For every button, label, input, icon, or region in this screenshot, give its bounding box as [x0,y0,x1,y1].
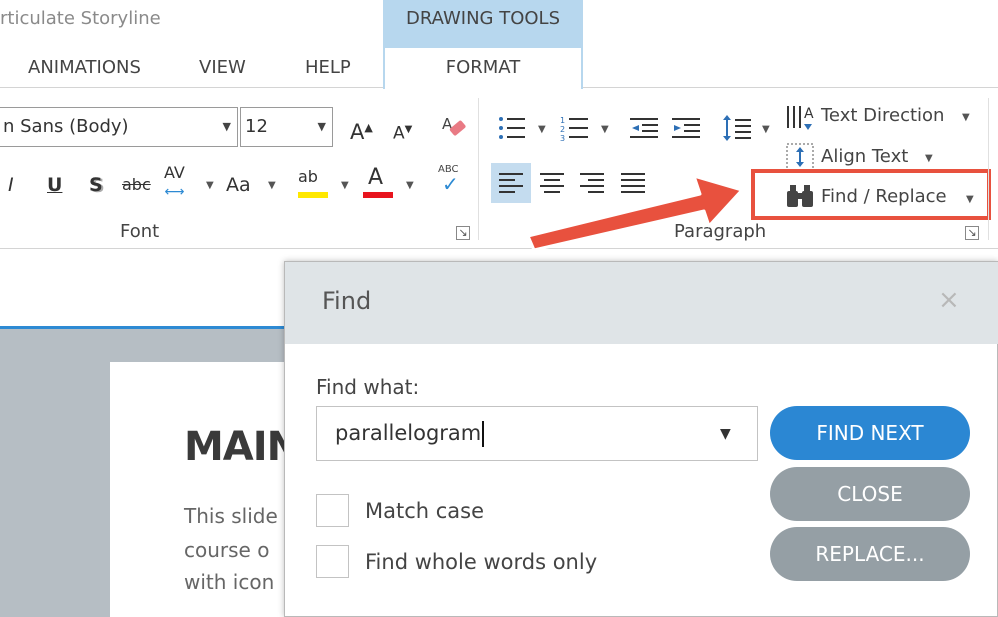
tab-animations[interactable]: ANIMATIONS [28,57,141,78]
eraser-icon: A [442,115,466,136]
find-what-value: parallelogram [335,421,482,445]
decrease-indent-icon [630,118,658,138]
close-icon[interactable]: × [938,285,960,315]
chevron-down-icon[interactable]: ▼ [962,112,970,123]
highlight-button[interactable]: ab [298,166,318,188]
annotation-arrow [526,174,744,250]
font-name-value: n Sans (Body) [3,116,129,137]
clear-format-button[interactable]: A [440,113,468,141]
replace-button[interactable]: REPLACE... [770,527,970,581]
chevron-down-icon[interactable]: ▼ [601,124,609,135]
numbering-button[interactable]: 1 2 3 [560,114,590,148]
find-what-label: Find what: [316,375,420,399]
font-group-label: Font [120,221,160,242]
chevron-down-icon[interactable]: ▼ [720,426,731,442]
tab-format[interactable]: FORMAT [383,48,583,89]
drawing-tools-header: DRAWING TOOLS [383,0,583,48]
font-dialog-launcher-icon[interactable]: ↘ [456,226,470,240]
chevron-down-icon: ▼ [317,120,326,133]
font-color-button[interactable]: A [368,164,383,192]
spell-check-button[interactable]: ABC ✓ [436,162,466,198]
find-dialog-header [285,262,998,344]
increase-indent-icon [672,118,700,138]
svg-text:A: A [804,106,814,122]
align-text-icon [786,143,814,171]
chevron-down-icon[interactable]: ▼ [206,180,214,191]
svg-text:1: 1 [560,116,565,125]
text-direction-icon: A [787,106,814,130]
slide-body-line: with icon [184,570,275,594]
grow-font-icon: A [350,120,365,144]
font-size-value: 12 [245,116,268,137]
increase-indent-button[interactable] [672,116,702,146]
svg-text:2: 2 [560,125,565,134]
app-title: rticulate Storyline [0,8,161,29]
slide-body-line: course o [184,538,270,562]
bullets-button[interactable] [498,114,526,146]
svg-text:3: 3 [560,134,565,143]
close-button[interactable]: CLOSE [770,467,970,521]
match-case-checkbox[interactable] [316,494,349,527]
find-next-button[interactable]: FIND NEXT [770,406,970,460]
text-direction-label[interactable]: Text Direction [821,105,944,126]
tab-help[interactable]: HELP [305,57,351,78]
chevron-down-icon: ▼ [222,120,231,133]
font-color-swatch [363,192,393,198]
text-direction-button[interactable]: A [786,102,816,136]
find-what-input[interactable]: parallelogram [316,406,758,461]
underline-button[interactable]: U [47,170,62,200]
tab-view[interactable]: VIEW [199,57,246,78]
text-caret [482,421,485,447]
annotation-highlight-box [751,169,991,220]
character-spacing-icon: AV [164,163,185,182]
whole-words-label[interactable]: Find whole words only [365,550,597,574]
shrink-font-icon: A [393,123,405,144]
align-text-label[interactable]: Align Text [821,146,908,167]
change-case-button[interactable]: Aa [226,170,251,200]
highlight-color-swatch [298,192,328,198]
chevron-down-icon[interactable]: ▼ [268,180,276,191]
italic-button[interactable]: I [8,170,14,200]
checkmark-icon: ✓ [442,172,459,196]
character-spacing-button[interactable]: AV ⟷ [164,164,185,201]
font-name-combo[interactable]: n Sans (Body) ▼ [0,107,238,147]
group-divider [478,98,479,240]
slide-title: MAIN [184,424,300,470]
grow-font-button[interactable]: A▲ [350,113,373,147]
match-case-label[interactable]: Match case [365,499,484,523]
line-spacing-button[interactable] [722,113,752,147]
chevron-down-icon[interactable]: ▼ [341,180,349,191]
strikethrough-button[interactable]: abc [122,170,151,200]
chevron-down-icon[interactable]: ▼ [406,180,414,191]
decrease-indent-button[interactable] [630,116,660,146]
bullet-list-icon [499,117,525,139]
dialog-title: Find [322,287,372,315]
highlighter-icon: ab [298,167,318,186]
shrink-font-button[interactable]: A▼ [393,115,412,149]
chevron-down-icon[interactable]: ▼ [762,124,770,135]
numbered-list-icon: 1 2 3 [560,116,588,143]
paragraph-dialog-launcher-icon[interactable]: ↘ [965,226,979,240]
chevron-down-icon[interactable]: ▼ [925,153,933,164]
line-spacing-icon [723,115,751,141]
font-size-combo[interactable]: 12 ▼ [240,107,333,147]
slide-body-line: This slide [184,504,278,528]
group-divider [988,98,989,240]
chevron-down-icon[interactable]: ▼ [538,124,546,135]
shadow-button[interactable]: S [89,170,103,200]
whole-words-checkbox[interactable] [316,545,349,578]
